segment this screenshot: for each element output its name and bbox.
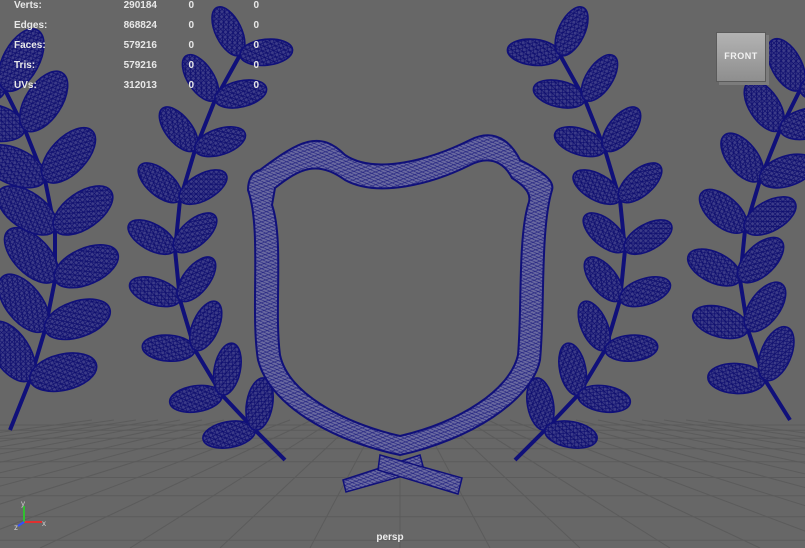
- hud-label: Verts:: [14, 0, 42, 11]
- laurel-leaf: [53, 244, 120, 289]
- laurel-leaf: [707, 362, 766, 395]
- shield-inner-area: [270, 159, 531, 438]
- laurel-leaf: [128, 276, 182, 308]
- hud-label: Tris:: [14, 60, 36, 71]
- axis-z-label: z: [14, 523, 18, 530]
- view-cube[interactable]: FRONT: [716, 32, 766, 82]
- hud-value: 0: [188, 20, 194, 31]
- laurel-far-right: [686, 37, 805, 422]
- hud-label: UVs:: [14, 80, 37, 91]
- hud-value: 0: [188, 80, 194, 91]
- hud-value: 0: [253, 20, 259, 31]
- laurel-leaf: [758, 153, 805, 189]
- laurel-leaf: [193, 126, 247, 158]
- axis-x-label: x: [42, 519, 46, 528]
- grid-line: [597, 419, 805, 464]
- viewport-persp[interactable]: Verts: 290184 0 0 Edges: 868824 0 0 Faces: 579216…: [0, 0, 805, 548]
- axis-gizmo: y x z: [14, 500, 46, 530]
- shield-model[interactable]: [246, 134, 554, 495]
- hud-label: Edges:: [14, 20, 48, 31]
- laurel-leaf: [141, 334, 196, 363]
- hud-value: 0: [188, 0, 194, 11]
- axis-y-label: y: [21, 500, 25, 508]
- laurel-leaf: [532, 79, 586, 109]
- laurel-leaf: [604, 334, 659, 363]
- hud-value: 0: [253, 60, 259, 71]
- camera-name: persp: [376, 532, 404, 543]
- laurel-leaf: [577, 384, 632, 414]
- grid-line: [619, 419, 805, 456]
- hud-value: 0: [253, 40, 259, 51]
- hud-value: 0: [253, 80, 259, 91]
- hud-value: 0: [188, 40, 194, 51]
- laurel-leaf: [572, 169, 622, 206]
- laurel-leaf: [178, 169, 228, 206]
- laurel-leaf: [553, 126, 607, 158]
- laurel-leaf: [506, 38, 561, 67]
- laurel-leaf: [127, 219, 177, 256]
- hud-value: 0: [253, 0, 259, 11]
- hud-value: 0: [188, 60, 194, 71]
- laurel-leaf: [743, 196, 797, 236]
- laurel-leaf: [623, 219, 673, 256]
- laurel-leaf: [686, 248, 742, 287]
- view-cube-label: FRONT: [724, 51, 758, 61]
- hud-label: Faces:: [14, 40, 46, 51]
- laurel-leaf: [618, 276, 672, 308]
